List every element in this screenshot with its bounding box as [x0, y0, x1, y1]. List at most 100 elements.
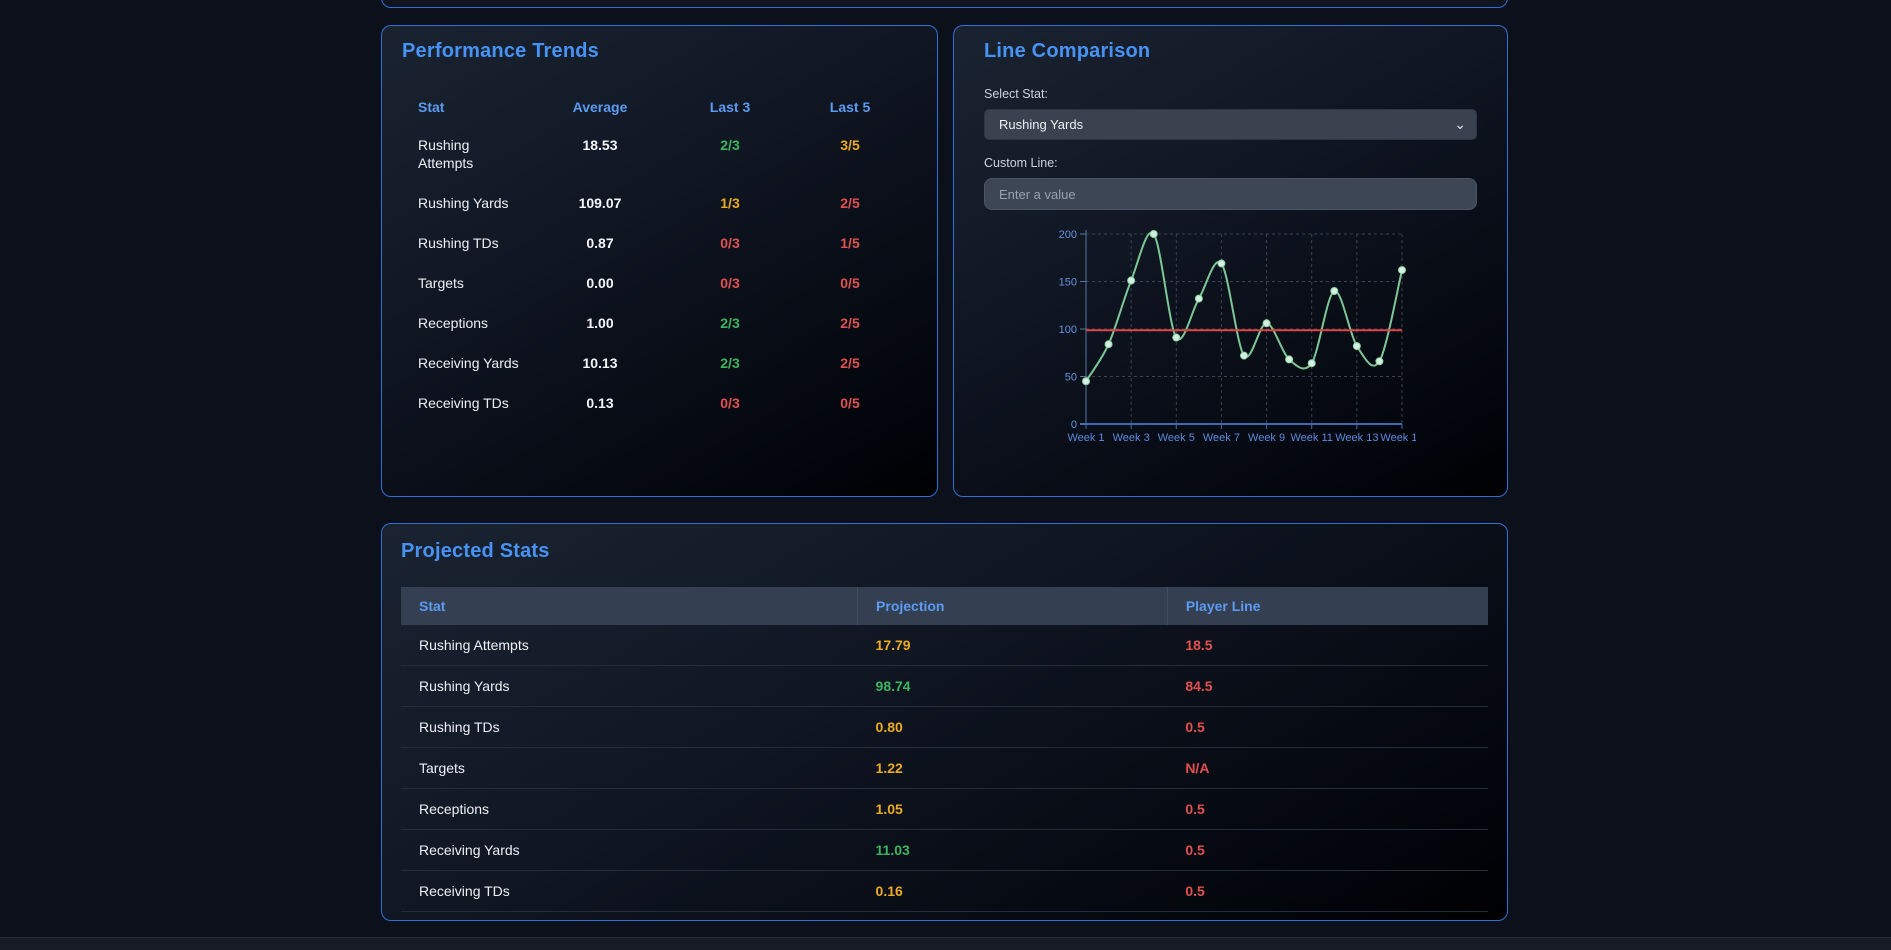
custom-line-label: Custom Line: [984, 156, 1477, 170]
stat-projection: 98.74 [858, 666, 1168, 707]
stat-name: Rushing Attempts [412, 125, 530, 183]
stat-name: Receiving TDs [412, 383, 530, 423]
line-comparison-panel: Line Comparison Select Stat: Rushing Yar… [953, 25, 1508, 497]
stat-name: Rushing Attempts [401, 625, 858, 666]
stat-name: Receptions [401, 789, 858, 830]
stat-last5: 0/5 [790, 263, 910, 303]
svg-text:150: 150 [1059, 277, 1077, 289]
svg-text:Week 1: Week 1 [1067, 432, 1104, 444]
stat-average: 1.00 [530, 303, 670, 343]
table-row: Receiving Yards10.132/32/5 [412, 343, 910, 383]
table-row: Receiving TDs0.130/30/5 [412, 383, 910, 423]
table-row: Receptions1.002/32/5 [412, 303, 910, 343]
stat-player-line: 18.5 [1167, 625, 1488, 666]
stat-name: Receiving Yards [412, 343, 530, 383]
panel-title: Performance Trends [402, 40, 917, 63]
table-row: Receiving TDs0.160.5 [401, 871, 1488, 912]
stat-player-line: 0.5 [1167, 871, 1488, 912]
stat-projection: 11.03 [858, 830, 1168, 871]
table-row: Rushing TDs0.870/31/5 [412, 223, 910, 263]
stat-last3: 0/3 [670, 223, 790, 263]
stat-average: 0.13 [530, 383, 670, 423]
table-header-row: Stat Projection Player Line [401, 587, 1488, 625]
stat-last3: 2/3 [670, 343, 790, 383]
table-row: Targets0.000/30/5 [412, 263, 910, 303]
previous-panel-bottom-edge [381, 0, 1508, 8]
line-chart-svg: 050100150200Week 1Week 3Week 5Week 7Week… [1050, 224, 1416, 456]
column-header-last3: Last 3 [670, 89, 790, 125]
table-row: Rushing Yards98.7484.5 [401, 666, 1488, 707]
svg-text:Week 15: Week 15 [1380, 432, 1416, 444]
custom-line-input[interactable] [984, 178, 1477, 210]
stat-name: Rushing Yards [412, 183, 530, 223]
table-row: Targets1.22N/A [401, 748, 1488, 789]
stat-player-line: 0.5 [1167, 830, 1488, 871]
stat-name: Targets [401, 748, 858, 789]
performance-trends-table: Stat Average Last 3 Last 5 Rushing Attem… [412, 89, 910, 423]
stat-select-wrap: Rushing Yards ⌄ [984, 109, 1477, 140]
panel-title: Line Comparison [984, 40, 1477, 63]
stat-average: 109.07 [530, 183, 670, 223]
svg-text:200: 200 [1059, 229, 1077, 241]
column-header-player-line: Player Line [1167, 587, 1488, 625]
stat-name: Receiving Yards [401, 830, 858, 871]
column-header-stat: Stat [401, 587, 858, 625]
stat-name: Targets [412, 263, 530, 303]
stat-player-line: 0.5 [1167, 707, 1488, 748]
panel-title: Projected Stats [401, 540, 1488, 563]
table-row: Rushing TDs0.800.5 [401, 707, 1488, 748]
stat-last3: 2/3 [670, 125, 790, 183]
stat-name: Receiving TDs [401, 871, 858, 912]
stat-last5: 3/5 [790, 125, 910, 183]
stat-last5: 0/5 [790, 383, 910, 423]
stat-average: 0.87 [530, 223, 670, 263]
stat-name: Rushing Yards [401, 666, 858, 707]
performance-trends-panel: Performance Trends Stat Average Last 3 L… [381, 25, 938, 497]
table-row: Rushing Yards109.071/32/5 [412, 183, 910, 223]
table-row: Rushing Attempts18.532/33/5 [412, 125, 910, 183]
stat-name: Rushing TDs [412, 223, 530, 263]
projected-stats-panel: Projected Stats Stat Projection Player L… [381, 523, 1508, 921]
column-header-last5: Last 5 [790, 89, 910, 125]
stat-projection: 1.22 [858, 748, 1168, 789]
svg-text:Week 9: Week 9 [1248, 432, 1285, 444]
column-header-projection: Projection [858, 587, 1168, 625]
stat-last3: 2/3 [670, 303, 790, 343]
stat-player-line: N/A [1167, 748, 1488, 789]
table-row: Receiving Yards11.030.5 [401, 830, 1488, 871]
stat-projection: 1.05 [858, 789, 1168, 830]
stat-select[interactable]: Rushing Yards [984, 109, 1477, 140]
svg-text:50: 50 [1065, 372, 1077, 384]
svg-text:Week 7: Week 7 [1203, 432, 1240, 444]
stat-projection: 0.16 [858, 871, 1168, 912]
stat-last5: 1/5 [790, 223, 910, 263]
stat-player-line: 0.5 [1167, 789, 1488, 830]
column-header-stat: Stat [412, 89, 530, 125]
stat-average: 10.13 [530, 343, 670, 383]
stat-projection: 17.79 [858, 625, 1168, 666]
stat-last3: 1/3 [670, 183, 790, 223]
stat-last3: 0/3 [670, 263, 790, 303]
select-stat-label: Select Stat: [984, 87, 1477, 101]
stat-name: Receptions [412, 303, 530, 343]
table-row: Receptions1.050.5 [401, 789, 1488, 830]
stat-name: Rushing TDs [401, 707, 858, 748]
svg-text:Week 3: Week 3 [1113, 432, 1150, 444]
stat-last3: 0/3 [670, 383, 790, 423]
table-row: Rushing Attempts17.7918.5 [401, 625, 1488, 666]
stat-average: 18.53 [530, 125, 670, 183]
svg-text:Week 13: Week 13 [1335, 432, 1378, 444]
stat-last5: 2/5 [790, 183, 910, 223]
svg-text:Week 11: Week 11 [1291, 432, 1333, 444]
stat-last5: 2/5 [790, 343, 910, 383]
column-header-average: Average [530, 89, 670, 125]
projected-stats-table: Stat Projection Player Line Rushing Atte… [401, 587, 1488, 912]
stat-average: 0.00 [530, 263, 670, 303]
stat-last5: 2/5 [790, 303, 910, 343]
stat-player-line: 84.5 [1167, 666, 1488, 707]
svg-text:Week 5: Week 5 [1158, 432, 1195, 444]
stat-projection: 0.80 [858, 707, 1168, 748]
line-chart: 050100150200Week 1Week 3Week 5Week 7Week… [1050, 224, 1416, 456]
svg-text:0: 0 [1071, 419, 1077, 431]
table-header-row: Stat Average Last 3 Last 5 [412, 89, 910, 125]
